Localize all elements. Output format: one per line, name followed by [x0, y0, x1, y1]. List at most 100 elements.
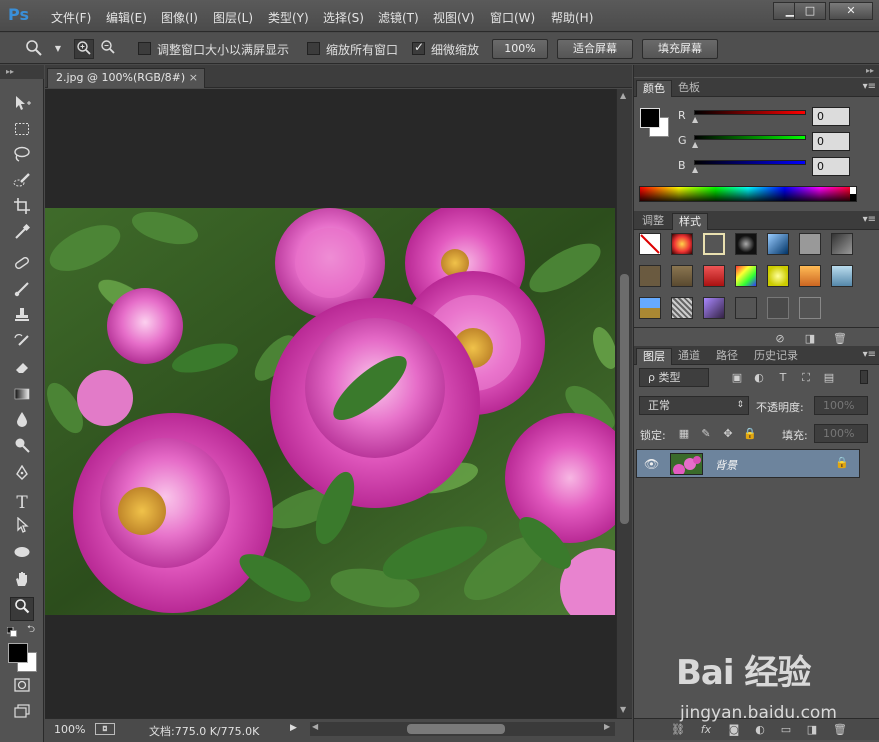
style-fire[interactable]: [671, 233, 693, 255]
style-bronze[interactable]: [671, 265, 693, 287]
resize-windows-checkbox[interactable]: [138, 42, 151, 55]
default-colors-icon[interactable]: [6, 626, 17, 637]
layer-visibility-eye-icon[interactable]: 👁: [644, 457, 659, 471]
lock-image-icon[interactable]: ✎: [699, 427, 713, 441]
tab-styles[interactable]: 样式: [672, 213, 708, 230]
dock-collapse-bar[interactable]: ▸▸: [634, 65, 879, 77]
layer-name[interactable]: 背景: [715, 457, 737, 473]
channel-r-slider[interactable]: [694, 110, 806, 115]
foreground-color-swatch[interactable]: [8, 643, 28, 663]
blur-tool-icon[interactable]: [10, 411, 34, 435]
fit-screen-button[interactable]: 适合屏幕: [557, 39, 633, 59]
tab-channels[interactable]: 通道: [672, 348, 706, 365]
close-button[interactable]: ✕: [829, 2, 873, 20]
style-empty[interactable]: [799, 297, 821, 319]
eraser-tool-icon[interactable]: [10, 359, 34, 383]
style-none[interactable]: [639, 233, 661, 255]
quick-selection-tool-icon[interactable]: [10, 172, 34, 196]
lock-position-icon[interactable]: ✥: [721, 427, 735, 441]
move-tool-icon[interactable]: [10, 94, 34, 118]
scroll-down-icon[interactable]: ▼: [620, 705, 626, 714]
new-style-icon[interactable]: ◨: [802, 332, 818, 346]
zoom-level[interactable]: 100%: [54, 723, 85, 736]
style-red-gel[interactable]: [703, 265, 725, 287]
style-purple[interactable]: [703, 297, 725, 319]
document-tab[interactable]: 2.jpg @ 100%(RGB/8#) ×: [47, 68, 205, 88]
brush-tool-icon[interactable]: [10, 281, 34, 305]
style-pattern[interactable]: [671, 297, 693, 319]
style-sky[interactable]: [831, 265, 853, 287]
status-menu-arrow-icon[interactable]: ▶: [290, 723, 297, 733]
screen-mode-icon[interactable]: [10, 702, 34, 726]
actual-pixels-button[interactable]: 100%: [492, 39, 548, 59]
tab-layers[interactable]: 图层: [636, 348, 672, 365]
filter-toggle[interactable]: [860, 370, 868, 384]
channel-g-value[interactable]: 0: [812, 132, 850, 151]
filter-type-icon[interactable]: T: [776, 371, 790, 385]
type-tool-icon[interactable]: T: [10, 491, 34, 515]
quick-mask-icon[interactable]: [10, 676, 34, 700]
delete-style-icon[interactable]: 🗑: [832, 332, 848, 346]
tools-panel-grip[interactable]: ▸▸: [0, 65, 44, 79]
document-image[interactable]: [45, 208, 615, 615]
spectrum-black-swatch[interactable]: [850, 194, 856, 201]
channel-r-value[interactable]: 0: [812, 107, 850, 126]
lock-all-icon[interactable]: 🔒: [743, 427, 757, 441]
style-bevel[interactable]: [703, 233, 725, 255]
channel-g-caret-icon[interactable]: ▲: [692, 140, 698, 149]
vertical-scroll-thumb[interactable]: [620, 274, 629, 524]
style-gray[interactable]: [799, 233, 821, 255]
style-blue-glass[interactable]: [767, 233, 789, 255]
marquee-tool-icon[interactable]: [10, 120, 34, 144]
menu-help[interactable]: 帮助(H): [551, 9, 593, 26]
style-shadow[interactable]: [735, 297, 757, 319]
hand-tool-icon[interactable]: [10, 571, 34, 595]
crop-tool-icon[interactable]: [10, 198, 34, 222]
fill-field[interactable]: 100%: [814, 424, 868, 443]
close-tab-icon[interactable]: ×: [189, 69, 198, 87]
styles-panel-menu-icon[interactable]: ▾≡: [863, 214, 876, 225]
vertical-scrollbar[interactable]: ▲ ▼: [616, 89, 632, 718]
gradient-tool-icon[interactable]: [10, 385, 34, 409]
color-spectrum[interactable]: [639, 186, 857, 202]
style-yellow[interactable]: [767, 265, 789, 287]
style-chrome[interactable]: [735, 233, 757, 255]
proof-setup-icon[interactable]: ◘: [95, 723, 115, 735]
tab-paths[interactable]: 路径: [710, 348, 744, 365]
style-brown[interactable]: [639, 265, 661, 287]
menu-select[interactable]: 选择(S): [323, 9, 364, 26]
spectrum-white-swatch[interactable]: [850, 187, 856, 194]
clear-style-icon[interactable]: ⊘: [772, 332, 788, 346]
tab-adjustments[interactable]: 调整: [636, 213, 670, 230]
menu-file[interactable]: 文件(F): [51, 9, 91, 26]
zoom-tool-icon[interactable]: [10, 597, 34, 621]
menu-layer[interactable]: 图层(L): [213, 9, 253, 26]
layer-filter-dropdown[interactable]: ρ 类型: [639, 368, 709, 387]
channel-g-slider[interactable]: [694, 135, 806, 140]
filter-smart-object-icon[interactable]: ▤: [822, 371, 836, 385]
style-outline[interactable]: [767, 297, 789, 319]
tab-history[interactable]: 历史记录: [748, 348, 804, 365]
color-panel-menu-icon[interactable]: ▾≡: [863, 81, 876, 92]
filter-pixel-icon[interactable]: ▣: [730, 371, 744, 385]
blend-mode-dropdown[interactable]: 正常 ⇕: [639, 396, 749, 415]
layer-row[interactable]: 👁 背景 🔒: [636, 449, 860, 478]
style-landscape[interactable]: [639, 297, 661, 319]
zoom-tool-preset-icon[interactable]: [24, 39, 44, 59]
history-brush-tool-icon[interactable]: [10, 333, 34, 357]
lock-transparent-icon[interactable]: ▦: [677, 427, 691, 441]
maximize-button[interactable]: □: [794, 2, 826, 20]
path-selection-tool-icon[interactable]: [10, 516, 34, 541]
style-orange[interactable]: [799, 265, 821, 287]
channel-b-slider[interactable]: [694, 160, 806, 165]
layers-panel-menu-icon[interactable]: ▾≡: [863, 349, 876, 360]
style-rainbow[interactable]: [735, 265, 757, 287]
menu-image[interactable]: 图像(I): [161, 9, 198, 26]
swap-colors-icon[interactable]: ⮌: [27, 625, 37, 635]
pen-tool-icon[interactable]: [10, 464, 34, 489]
horizontal-scrollbar[interactable]: ◀ ▶: [310, 722, 615, 736]
zoom-out-icon[interactable]: [98, 39, 118, 59]
scroll-up-icon[interactable]: ▲: [620, 91, 626, 100]
color-panel-foreground-swatch[interactable]: [640, 108, 660, 128]
scroll-left-icon[interactable]: ◀: [312, 722, 318, 731]
